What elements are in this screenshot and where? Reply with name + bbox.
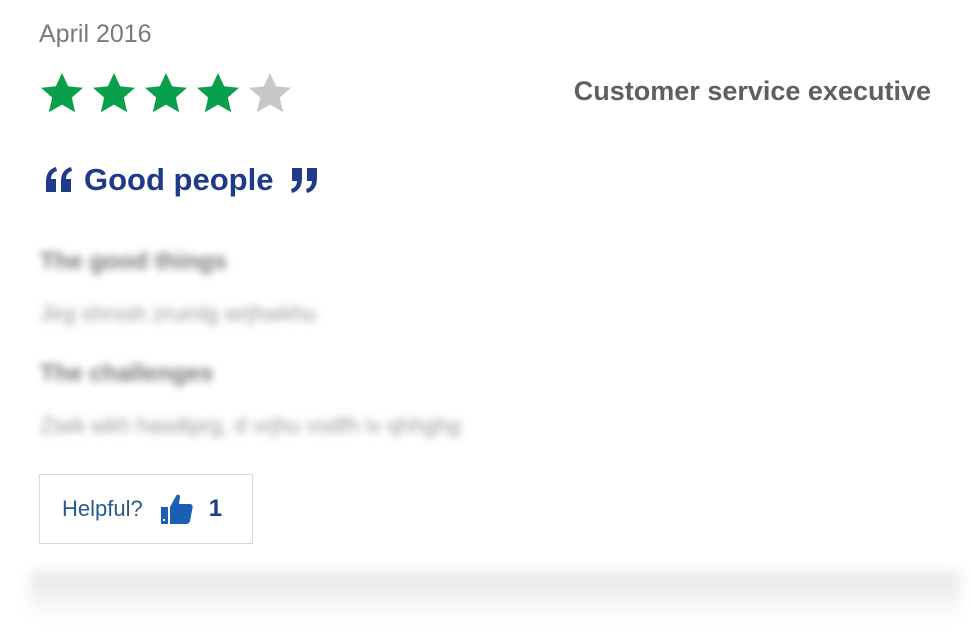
helpful-label: Helpful? — [62, 496, 143, 521]
challenges-heading: The challenges — [40, 360, 214, 387]
star-empty-icon — [249, 73, 291, 113]
helpful-button[interactable]: Helpful? 1 — [39, 474, 253, 544]
good-things-heading: The good things — [40, 248, 227, 275]
review-title-row: Good people — [44, 162, 319, 198]
star-filled-icon — [93, 73, 135, 113]
star-rating — [38, 70, 294, 118]
close-quote-icon — [291, 168, 318, 193]
open-quote-icon — [46, 167, 72, 192]
review-card: April 2016 Customer service executive Go… — [0, 0, 971, 575]
review-title: Good people — [84, 162, 274, 197]
star-filled-icon — [145, 73, 187, 113]
review-date: April 2016 — [39, 20, 152, 48]
challenges-text: Ziwk wkh hasdtprg, d vrjhu vsdfh iv qhhg… — [40, 413, 461, 438]
card-shadow — [30, 572, 960, 622]
star-filled-icon — [197, 73, 239, 113]
star-filled-icon — [41, 73, 83, 113]
good-things-text: Jirg shrssh zrumlg wrjhwkhu — [40, 301, 317, 326]
job-title: Customer service executive — [573, 76, 931, 106]
helpful-count: 1 — [208, 495, 223, 522]
thumbs-up-icon — [160, 494, 193, 524]
